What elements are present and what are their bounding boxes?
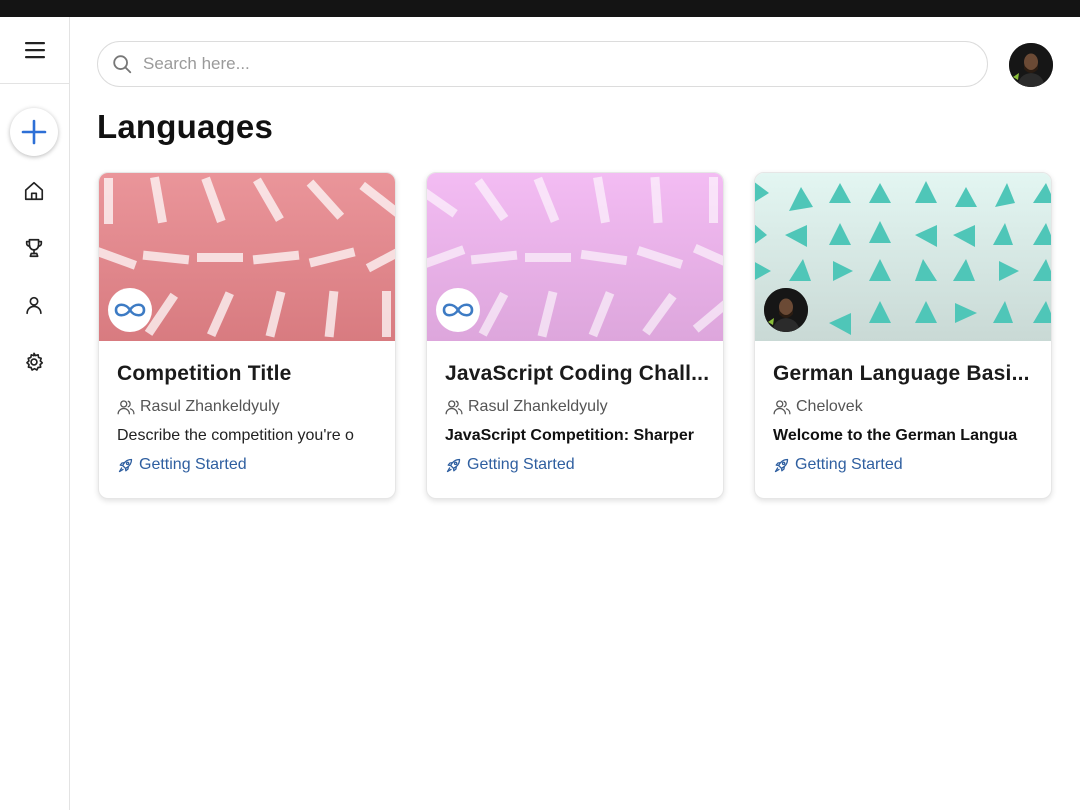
card-link-label[interactable]: Getting Started	[795, 456, 903, 474]
users-icon	[445, 400, 463, 415]
rocket-icon	[446, 458, 461, 472]
infinity-icon	[442, 303, 474, 317]
getting-started-link[interactable]: Getting Started	[445, 456, 715, 474]
competition-card[interactable]: JavaScript Coding Chall... Rasul Zhankel…	[426, 172, 724, 499]
card-author: Chelovek	[773, 398, 1043, 416]
user-photo	[764, 288, 808, 332]
search-input[interactable]	[143, 54, 943, 74]
rocket-icon	[774, 458, 789, 472]
search-icon	[113, 55, 132, 74]
competition-card[interactable]: Competition Title Rasul Zhankeldyuly Des…	[98, 172, 396, 499]
trophy-icon	[25, 238, 43, 258]
avatar-photo	[1009, 43, 1053, 87]
card-badge	[108, 288, 152, 332]
hamburger-icon	[24, 42, 45, 59]
card-author: Rasul Zhankeldyuly	[117, 398, 387, 416]
users-icon	[773, 400, 791, 415]
infinity-icon	[114, 303, 146, 317]
menu-button[interactable]	[0, 17, 69, 84]
plus-icon	[21, 119, 47, 145]
sidebar-item-trophy[interactable]	[14, 228, 54, 268]
top-status-strip	[0, 0, 1080, 17]
card-author-name: Rasul Zhankeldyuly	[468, 398, 608, 415]
add-button[interactable]	[10, 108, 58, 156]
getting-started-link[interactable]: Getting Started	[117, 456, 387, 474]
card-link-label[interactable]: Getting Started	[467, 456, 575, 474]
card-author: Rasul Zhankeldyuly	[445, 398, 715, 416]
page-title: Languages	[97, 108, 274, 145]
user-avatar[interactable]	[1009, 43, 1053, 87]
getting-started-link[interactable]: Getting Started	[773, 456, 1043, 474]
card-author-name: Chelovek	[796, 398, 863, 415]
users-icon	[117, 400, 135, 415]
sidebar-item-home[interactable]	[14, 171, 54, 211]
card-author-name: Rasul Zhankeldyuly	[140, 398, 280, 415]
card-badge	[436, 288, 480, 332]
competition-card[interactable]: German Language Basi... Chelovek Welcome…	[754, 172, 1052, 499]
sidebar-item-profile[interactable]	[14, 285, 54, 325]
card-title[interactable]: German Language Basi...	[773, 362, 1043, 386]
gear-icon	[26, 352, 44, 371]
sidebar	[0, 17, 70, 810]
rocket-icon	[118, 458, 133, 472]
search-bar[interactable]	[97, 41, 988, 87]
card-link-label[interactable]: Getting Started	[139, 456, 247, 474]
card-title[interactable]: Competition Title	[117, 362, 387, 386]
card-description: Welcome to the German Langua	[773, 427, 1018, 444]
card-title[interactable]: JavaScript Coding Chall...	[445, 362, 715, 386]
sidebar-item-settings[interactable]	[14, 342, 54, 382]
card-description: Describe the competition you're o	[117, 427, 354, 444]
home-icon	[24, 181, 44, 201]
user-icon	[26, 296, 42, 315]
card-description: JavaScript Competition: Sharper	[445, 427, 694, 444]
card-badge	[764, 288, 808, 332]
